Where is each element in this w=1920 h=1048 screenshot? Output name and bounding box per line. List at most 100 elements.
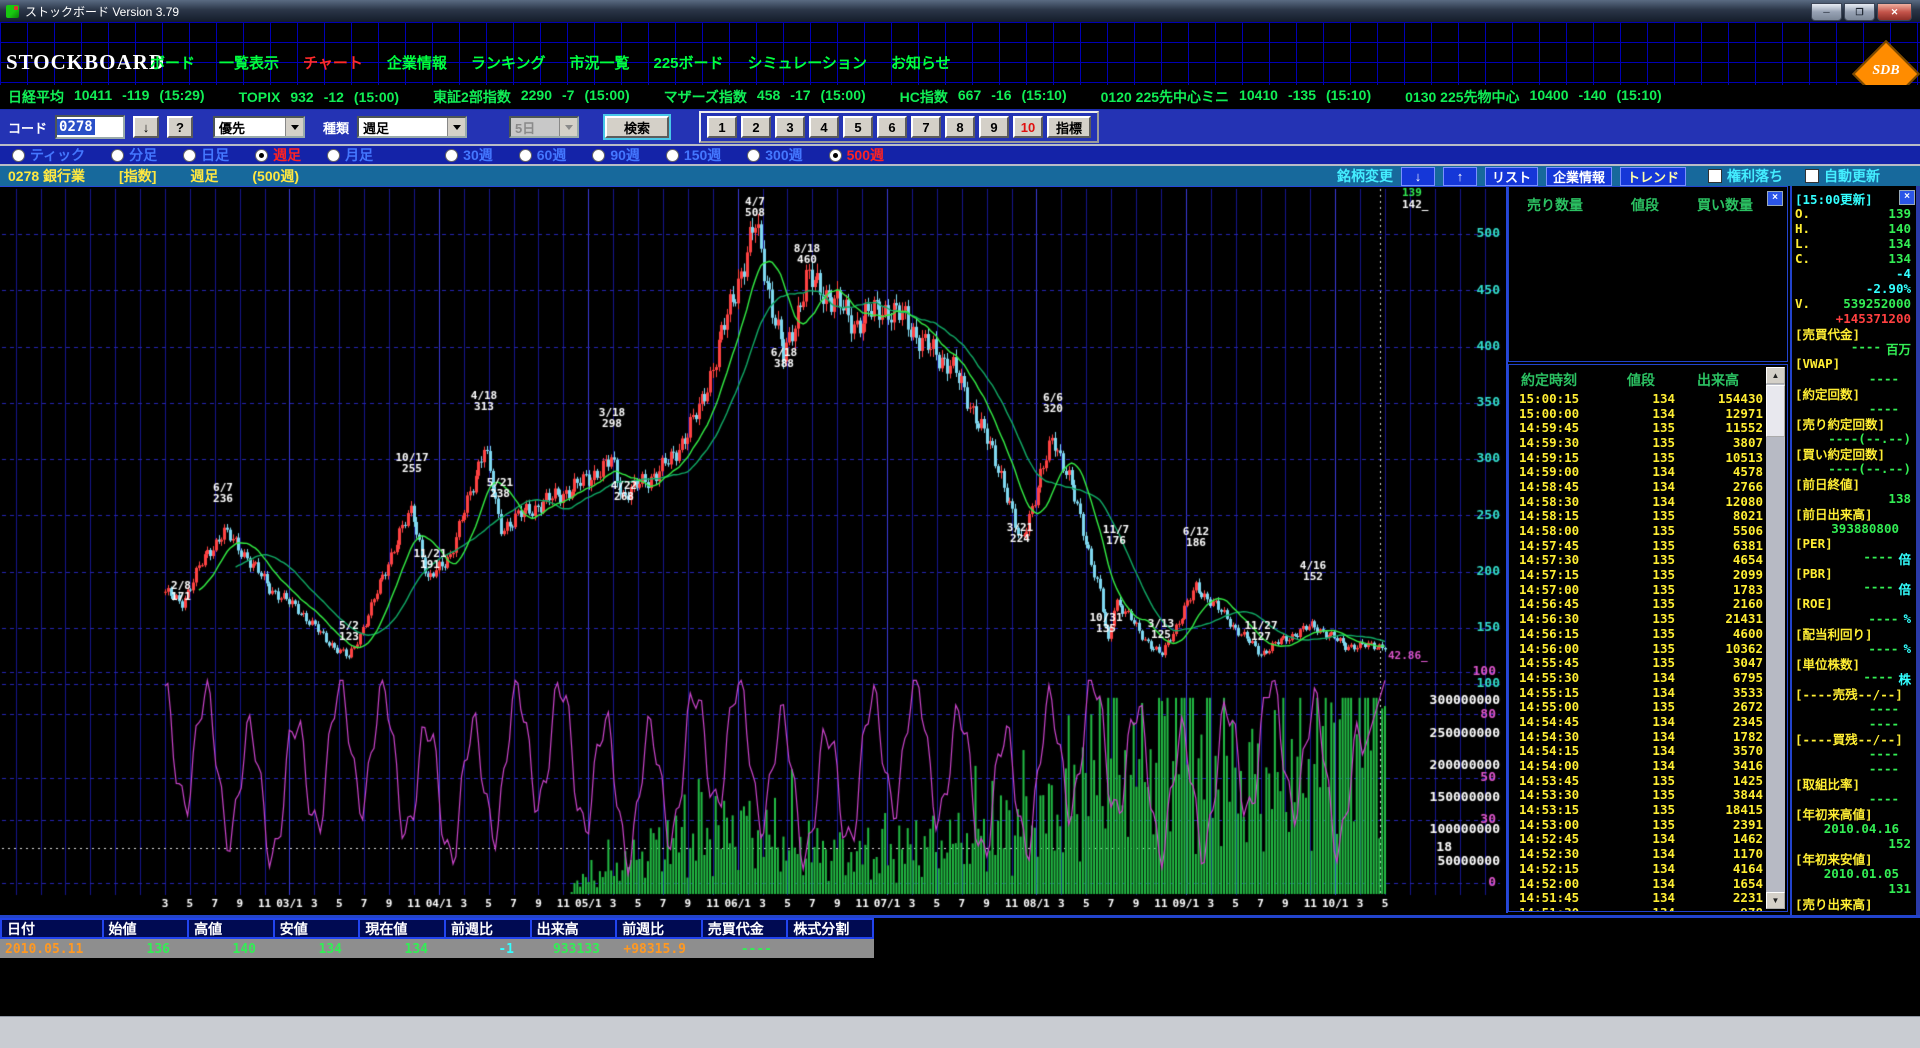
menu-item-お知らせ[interactable]: お知らせ: [891, 52, 951, 73]
count-button-2[interactable]: 2: [741, 116, 771, 138]
tape-volume: 6381: [1675, 538, 1763, 553]
priority-select[interactable]: 優先: [213, 116, 305, 138]
radio-circle[interactable]: [327, 149, 340, 162]
tape-price: 134: [1619, 714, 1675, 729]
tape-price: 135: [1619, 420, 1675, 435]
orderbook-close-icon[interactable]: ×: [1767, 191, 1783, 206]
info-label: L.: [1795, 236, 1810, 251]
orderbook-panel: 売り数量 値段 買い数量 ×: [1508, 186, 1788, 362]
period-radio-150週[interactable]: 150週: [666, 145, 721, 165]
rights-checkbox[interactable]: [1708, 169, 1722, 183]
summary-cell: 140: [186, 939, 272, 959]
period-radio-500週[interactable]: 500週: [829, 145, 884, 165]
corp-info-button[interactable]: 企業情報: [1546, 167, 1612, 186]
menu-item-ランキング[interactable]: ランキング: [471, 52, 546, 73]
info-value: ----: [1869, 371, 1899, 386]
chevron-down-icon[interactable]: [285, 118, 303, 136]
count-button-6[interactable]: 6: [877, 116, 907, 138]
summary-table-head: 日付始値高値安値現在値前週比出来高前週比売買代金株式分割: [0, 918, 874, 939]
list-button[interactable]: リスト: [1485, 167, 1538, 186]
period-radio-300週[interactable]: 300週: [747, 145, 802, 165]
tape-time-header: 約定時刻: [1521, 370, 1577, 390]
menu-item-企業情報[interactable]: 企業情報: [387, 52, 447, 73]
menu-item-225ボード[interactable]: 225ボード: [653, 52, 723, 73]
count-button-4[interactable]: 4: [809, 116, 839, 138]
summary-cell: +98315.9: [616, 939, 702, 959]
tape-time: 14:58:30: [1509, 494, 1619, 509]
tape-scrollbar[interactable]: ▲ ▼: [1766, 367, 1785, 909]
period-radio-分足[interactable]: 分足: [111, 145, 157, 165]
period-radio-ティック[interactable]: ティック: [12, 145, 85, 165]
tape-volume: 4654: [1675, 552, 1763, 567]
tape-price: 135: [1619, 699, 1675, 714]
count-button-1[interactable]: 1: [707, 116, 737, 138]
radio-circle[interactable]: [12, 149, 25, 162]
info-value-group: -2.90%: [1866, 281, 1911, 296]
tape-row: 14:56:0013510362: [1509, 641, 1763, 656]
count-button-9[interactable]: 9: [979, 116, 1009, 138]
menu-item-ボード[interactable]: ボード: [150, 52, 195, 73]
chart-canvas[interactable]: [0, 187, 1504, 912]
tape-price: 135: [1619, 508, 1675, 523]
radio-circle[interactable]: [111, 149, 124, 162]
period-radio-日足[interactable]: 日足: [183, 145, 229, 165]
menu-item-シミュレーション[interactable]: シミュレーション: [748, 52, 867, 73]
symbol-name: 0278 銀行業: [8, 166, 85, 186]
chevron-down-icon[interactable]: [447, 118, 465, 136]
count-button-3[interactable]: 3: [775, 116, 805, 138]
tape-row: 14:56:3013521431: [1509, 611, 1763, 626]
info-line: C.134: [1792, 251, 1914, 266]
menu-item-市況一覧[interactable]: 市況一覧: [569, 52, 629, 73]
radio-circle[interactable]: [519, 149, 532, 162]
tape-price: 135: [1619, 817, 1675, 832]
radio-circle[interactable]: [747, 149, 760, 162]
count-button-10[interactable]: 10: [1013, 116, 1043, 138]
menu-item-チャート[interactable]: チャート: [303, 52, 363, 73]
radio-circle[interactable]: [445, 149, 458, 162]
autoupdate-checkbox[interactable]: [1805, 169, 1819, 183]
tape-row: 14:54:001343416: [1509, 758, 1763, 773]
tape-time: 14:59:00: [1509, 464, 1619, 479]
radio-circle[interactable]: [829, 149, 842, 162]
tape-row: 14:57:001351783: [1509, 582, 1763, 597]
period-radio-月足[interactable]: 月足: [327, 145, 373, 165]
minimize-button[interactable]: ─: [1811, 3, 1842, 21]
tape-row: 14:51:30134978: [1509, 905, 1763, 911]
radio-circle[interactable]: [592, 149, 605, 162]
symbol-down-button[interactable]: ↓: [1401, 167, 1435, 186]
toolbar: コード 0278 ↓ ? 優先 種類 週足 5日 検索 12345678910指…: [0, 110, 1920, 144]
scroll-down-icon[interactable]: ▼: [1766, 892, 1785, 909]
symbol-up-button[interactable]: ↑: [1443, 167, 1477, 186]
tape-time: 14:54:45: [1509, 714, 1619, 729]
count-button-7[interactable]: 7: [911, 116, 941, 138]
code-input[interactable]: 0278: [55, 115, 125, 139]
scroll-up-icon[interactable]: ▲: [1766, 367, 1785, 384]
radio-circle[interactable]: [255, 149, 268, 162]
search-button[interactable]: 検索: [605, 116, 669, 138]
close-button[interactable]: ✕: [1877, 3, 1912, 21]
info-value-group: 152: [1888, 836, 1911, 851]
period-radio-週足[interactable]: 週足: [255, 145, 301, 165]
radio-circle[interactable]: [183, 149, 196, 162]
ticker-name: マザーズ指数: [664, 87, 747, 107]
period-radio-60週[interactable]: 60週: [519, 145, 567, 165]
help-button[interactable]: ?: [167, 116, 193, 138]
count-button-5[interactable]: 5: [843, 116, 873, 138]
tape-row: 14:57:151352099: [1509, 567, 1763, 582]
period-radio-90週[interactable]: 90週: [592, 145, 640, 165]
period-select[interactable]: 週足: [357, 116, 467, 138]
tape-volume: 1170: [1675, 846, 1763, 861]
count-button-8[interactable]: 8: [945, 116, 975, 138]
indicator-button[interactable]: 指標: [1047, 116, 1091, 138]
period-radio-30週[interactable]: 30週: [445, 145, 493, 165]
scroll-thumb[interactable]: [1766, 385, 1785, 437]
info-value-group: ----: [1869, 371, 1911, 386]
radio-circle[interactable]: [666, 149, 679, 162]
restore-button[interactable]: ❐: [1844, 3, 1875, 21]
tape-time: 14:52:15: [1509, 861, 1619, 876]
info-line: [ROE]: [1792, 596, 1914, 611]
trend-button[interactable]: トレンド: [1620, 167, 1686, 186]
menu-item-一覧表示[interactable]: 一覧表示: [219, 52, 279, 73]
code-down-button[interactable]: ↓: [133, 116, 159, 138]
radio-label: 週足: [273, 145, 301, 165]
